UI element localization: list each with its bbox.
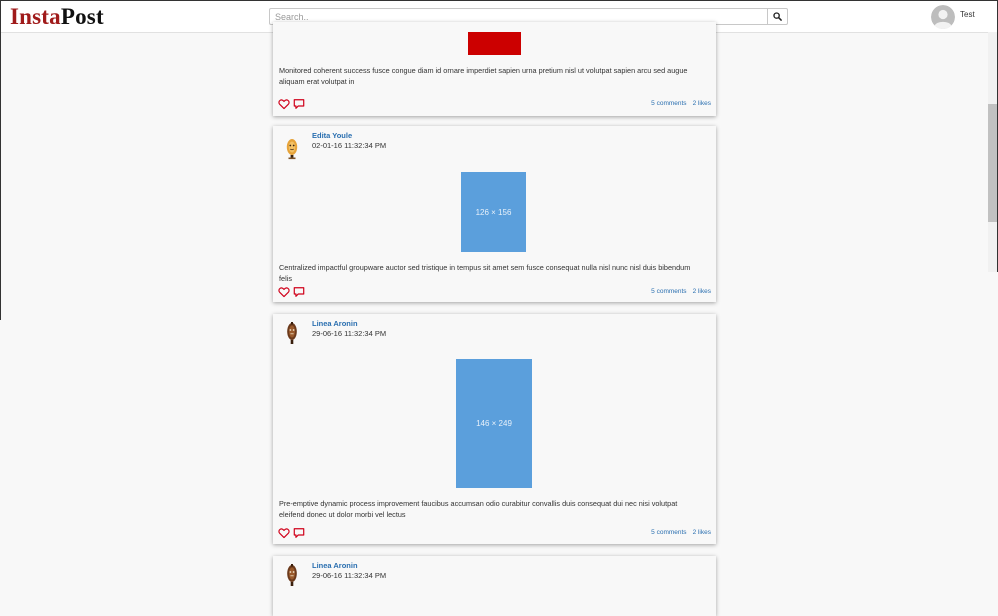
post-image	[468, 32, 521, 55]
comment-icon[interactable]	[293, 527, 305, 539]
post-author-link[interactable]: Edita Youle	[312, 131, 352, 140]
comment-icon[interactable]	[293, 286, 305, 298]
likes-count-link[interactable]: 2 likes	[693, 100, 711, 107]
user-avatar-icon	[931, 5, 955, 29]
post-date: 29-06-16 11:32:34 PM	[312, 571, 387, 580]
comments-count-link[interactable]: 5 comments	[651, 288, 686, 295]
post-actions	[278, 527, 305, 539]
user-menu[interactable]: Test	[931, 5, 975, 29]
post-caption: Centralized impactful groupware auctor s…	[279, 263, 691, 283]
comment-icon[interactable]	[293, 98, 305, 110]
search-icon	[773, 12, 782, 21]
post-date: 02-01-16 11:32:34 PM	[312, 141, 387, 150]
post-meta: 5 comments 2 likes	[651, 100, 711, 107]
brand-part-1: Insta	[10, 4, 61, 29]
author-avatar-icon[interactable]	[282, 321, 302, 345]
likes-count-link[interactable]: 2 likes	[693, 529, 711, 536]
brand-part-2: Post	[60, 4, 104, 29]
post-card: Edita Youle 02-01-16 11:32:34 PM 126 × 1…	[273, 126, 716, 302]
post-actions	[278, 286, 305, 298]
post-card: Linea Aronin 29-06-16 11:32:34 PM	[273, 556, 716, 616]
user-name: Test	[960, 10, 975, 19]
heart-icon[interactable]	[278, 286, 290, 298]
post-meta: 5 comments 2 likes	[651, 529, 711, 536]
author-avatar-icon[interactable]	[282, 563, 302, 587]
post-meta: 5 comments 2 likes	[651, 288, 711, 295]
heart-icon[interactable]	[278, 527, 290, 539]
comments-count-link[interactable]: 5 comments	[651, 529, 686, 536]
post-caption: Pre-emptive dynamic process improvement …	[279, 499, 678, 519]
image-size-label: 146 × 249	[476, 419, 512, 428]
comments-count-link[interactable]: 5 comments	[651, 100, 686, 107]
post-image: 146 × 249	[456, 359, 532, 488]
post-date: 29-06-16 11:32:34 PM	[312, 329, 387, 338]
post-author-link[interactable]: Linea Aronin	[312, 319, 358, 328]
post-card: Monitored coherent success fusce congue …	[273, 22, 716, 116]
post-caption: Monitored coherent success fusce congue …	[279, 66, 688, 86]
post-image: 126 × 156	[461, 172, 526, 252]
post-card: Linea Aronin 29-06-16 11:32:34 PM 146 × …	[273, 314, 716, 544]
likes-count-link[interactable]: 2 likes	[693, 288, 711, 295]
image-size-label: 126 × 156	[475, 207, 512, 217]
post-author-link[interactable]: Linea Aronin	[312, 561, 358, 570]
author-avatar-icon[interactable]	[282, 136, 302, 160]
post-actions	[278, 98, 305, 110]
brand-logo[interactable]: InstaPost	[10, 4, 104, 30]
window-frame-left	[0, 0, 1, 320]
scrollbar-thumb[interactable]	[988, 104, 997, 222]
search-button[interactable]	[767, 8, 788, 25]
heart-icon[interactable]	[278, 98, 290, 110]
